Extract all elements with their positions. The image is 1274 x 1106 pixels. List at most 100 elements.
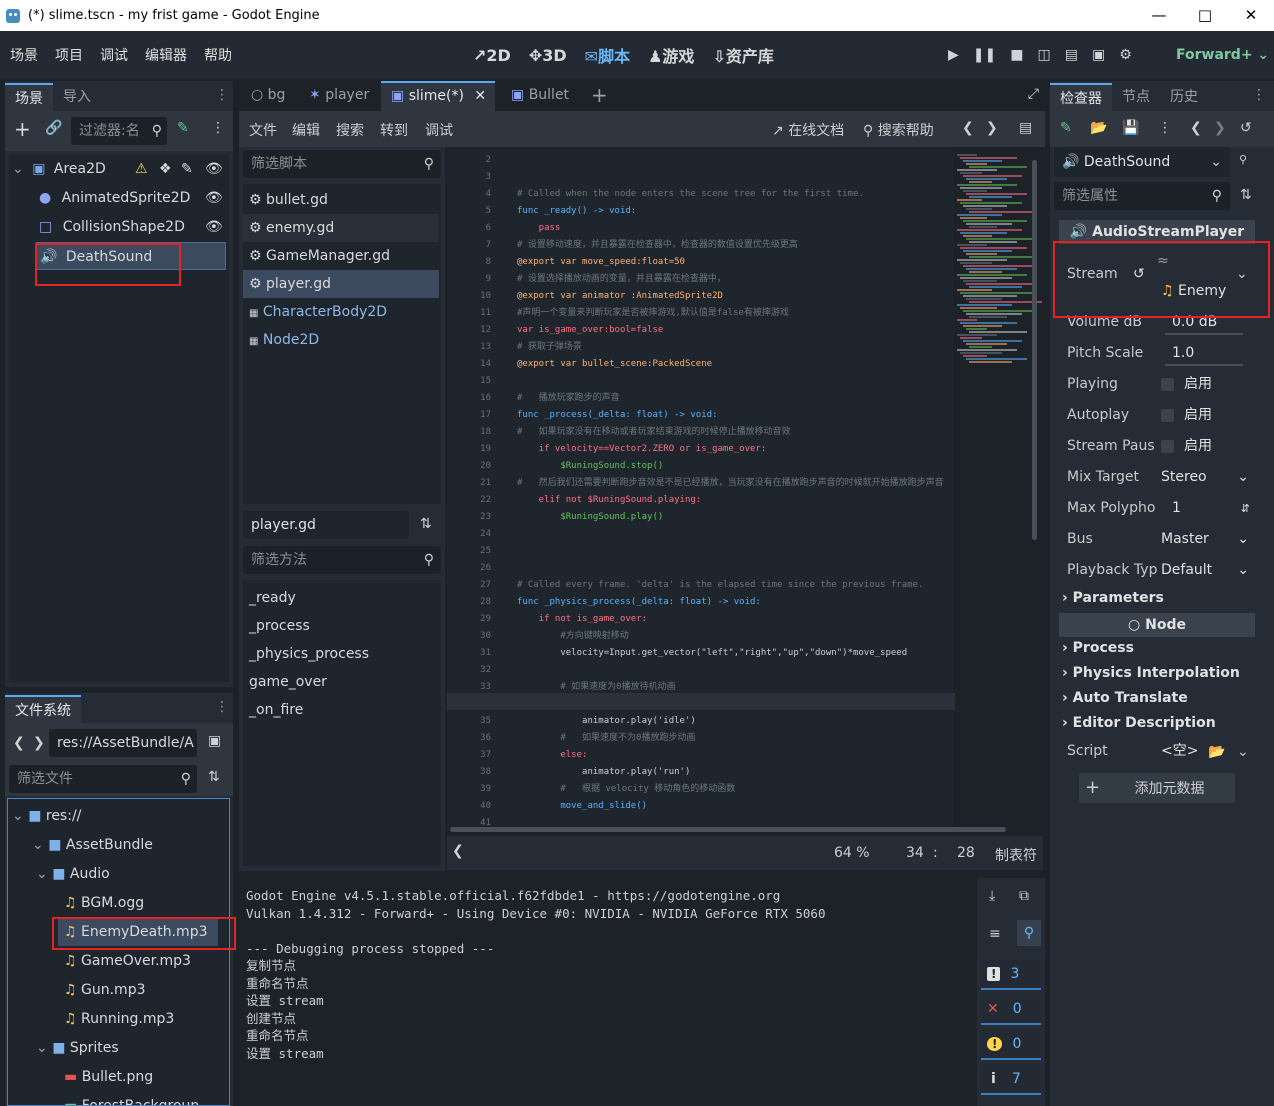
- code-line[interactable]: 38 animator.play('run'): [447, 764, 953, 781]
- script-item[interactable]: ⚙ enemy.gd: [243, 214, 439, 242]
- section-editor-description[interactable]: › Editor Description: [1062, 711, 1216, 736]
- code-line[interactable]: 23 $RuningSound.play(): [447, 509, 953, 526]
- errors-filter-button[interactable]: ! 3: [981, 960, 1041, 990]
- code-line[interactable]: 19 if velocity==Vector2.ZERO or is_game_…: [447, 441, 953, 458]
- tree-node-collisionshape2d[interactable]: □ CollisionShape2D 👁: [9, 213, 229, 241]
- path-input[interactable]: res://AssetBundle/A: [49, 729, 197, 757]
- mode-game-button[interactable]: ♟游戏: [648, 43, 694, 67]
- code-line[interactable]: 17 func _process(_delta: float) -> void:: [447, 407, 953, 424]
- code-line[interactable]: 16 # 播放玩家跑步的声音: [447, 390, 953, 407]
- code-line[interactable]: 6 pass: [447, 220, 953, 237]
- code-line[interactable]: 4 # Called when the node enters the scene…: [447, 186, 953, 203]
- visibility-icon[interactable]: 👁: [205, 213, 223, 241]
- prop-streampaused-checkbox[interactable]: 启用: [1161, 431, 1212, 462]
- script-menu-edit[interactable]: 编辑: [292, 120, 320, 140]
- play-scene-icon[interactable]: ▤: [1065, 47, 1078, 63]
- history-icon[interactable]: ↺: [1240, 120, 1252, 136]
- load-resource-icon[interactable]: 📂: [1090, 120, 1107, 136]
- script-menu-search[interactable]: 搜索: [336, 120, 364, 140]
- file-item[interactable]: ♫ Gun.mp3: [64, 976, 146, 1004]
- close-tab-icon[interactable]: ✕: [474, 88, 486, 104]
- scene-tab-bullet[interactable]: ▣ Bullet: [511, 87, 569, 103]
- code-line[interactable]: 25: [447, 543, 953, 560]
- script-attached-icon[interactable]: ✎: [181, 155, 193, 183]
- file-item[interactable]: ⌄ ■ Sprites: [36, 1034, 119, 1062]
- code-line[interactable]: 29 if not is_game_over:: [447, 611, 953, 628]
- code-line[interactable]: 7 # 设置移动速度，并且暴露在检查器中，检查器的数值设置优先级更高: [447, 237, 953, 254]
- file-item[interactable]: ♫ Running.mp3: [64, 1005, 174, 1033]
- play-custom-scene-icon[interactable]: ▣: [1092, 47, 1105, 63]
- signal-icon[interactable]: ❖: [159, 155, 172, 183]
- slider-track[interactable]: [1165, 333, 1243, 335]
- mode-2d-button[interactable]: ↗2D: [473, 46, 511, 65]
- code-line[interactable]: 39 # 根据 velocity 移动角色的移动函数: [447, 781, 953, 798]
- file-item[interactable]: ♫ GameOver.mp3: [64, 947, 191, 975]
- code-line[interactable]: 8 @export var move_speed:float=50: [447, 254, 953, 271]
- menu-help[interactable]: 帮助: [194, 45, 239, 65]
- method-item[interactable]: _physics_process: [249, 640, 369, 668]
- code-line[interactable]: 32: [447, 662, 953, 679]
- scene-tab-bg[interactable]: ○ bg: [251, 87, 285, 103]
- code-line[interactable]: 40 move_and_slide(): [447, 798, 953, 815]
- play-icon[interactable]: ▶: [948, 47, 959, 63]
- info-count-button[interactable]: i7: [981, 1065, 1041, 1095]
- code-line[interactable]: 35 animator.play('idle'): [447, 713, 953, 730]
- mode-assetlib-button[interactable]: ⇩资产库: [712, 43, 773, 67]
- code-line[interactable]: 10 @export var animator :AnimatedSprite2D: [447, 288, 953, 305]
- scene-options-icon[interactable]: ⋮: [211, 120, 225, 136]
- dock-menu-icon[interactable]: ⋮: [215, 699, 229, 715]
- clear-icon[interactable]: ≡: [989, 926, 1001, 942]
- file-filter-input[interactable]: 筛选文件 ⚲: [9, 765, 197, 793]
- code-line[interactable]: 28 func _physics_process(_delta: float) -…: [447, 594, 953, 611]
- code-line[interactable]: 22 elif not $RuningSound.playing:: [447, 492, 953, 509]
- online-docs-button[interactable]: ↗ 在线文档: [772, 120, 844, 140]
- scene-filter-input[interactable]: 过滤器:名 ⚲: [71, 117, 167, 145]
- maximize-button[interactable]: □: [1182, 0, 1228, 31]
- section-auto-translate[interactable]: › Auto Translate: [1062, 686, 1188, 711]
- stop-icon[interactable]: ■: [1010, 47, 1023, 63]
- script-item[interactable]: ⚙ GameManager.gd: [243, 242, 439, 270]
- method-item[interactable]: _ready: [249, 584, 296, 612]
- code-line[interactable]: 36 # 如果速度不为0播放跑步动画: [447, 730, 953, 747]
- inspector-options-icon[interactable]: ⇅: [1240, 187, 1252, 203]
- file-item[interactable]: ▬ ForestBackgroun: [64, 1092, 199, 1105]
- back-icon[interactable]: ❮: [13, 735, 25, 751]
- next-script-icon[interactable]: ❯: [986, 120, 998, 136]
- pause-icon[interactable]: ❚❚: [973, 47, 996, 63]
- warning-icon[interactable]: ⚠: [135, 155, 148, 183]
- sort-methods-icon[interactable]: ⇅: [420, 516, 432, 532]
- section-process[interactable]: › Process: [1062, 636, 1134, 661]
- search-help-button[interactable]: ⚲ 搜索帮助: [863, 120, 934, 140]
- code-line[interactable]: 5 func _ready() -> void:: [447, 203, 953, 220]
- script-menu-debug[interactable]: 调试: [425, 120, 453, 140]
- distraction-free-icon[interactable]: ⤢: [1028, 86, 1039, 102]
- history-back-icon[interactable]: ❮: [1190, 120, 1202, 136]
- movie-maker-icon[interactable]: ⚙: [1119, 47, 1132, 63]
- dock-menu-icon[interactable]: ⋮: [215, 87, 229, 103]
- scroll-lock-icon[interactable]: ⤓: [989, 888, 995, 904]
- tree-node-animatedsprite2d[interactable]: ● AnimatedSprite2D 👁: [9, 184, 229, 212]
- warnings-count-button[interactable]: ! 0: [981, 1030, 1041, 1060]
- method-item[interactable]: _process: [249, 612, 310, 640]
- code-line[interactable]: 18 # 如果玩家没有在移动或者玩家结束游戏的时候停止播放移动音效: [447, 424, 953, 441]
- sort-icon[interactable]: ⇅: [208, 769, 220, 785]
- filter-search-icon[interactable]: ⚲: [1017, 920, 1041, 946]
- code-line[interactable]: 13 # 获取子弹场景: [447, 339, 953, 356]
- file-item[interactable]: ▬ Bullet.png: [64, 1063, 153, 1091]
- vertical-scrollbar[interactable]: [1032, 160, 1037, 540]
- attach-script-icon[interactable]: ✎: [177, 120, 189, 136]
- tab-history[interactable]: 历史: [1160, 83, 1208, 111]
- file-item[interactable]: ⌄ ■ res://: [12, 802, 81, 830]
- prop-maxpolyphony-spinbox[interactable]: 1 ⇵: [1172, 493, 1254, 524]
- errors-count-button[interactable]: ✕ 0: [981, 995, 1041, 1025]
- code-line[interactable]: 31 velocity=Input.get_vector("left","rig…: [447, 645, 953, 662]
- add-node-icon[interactable]: +: [14, 117, 31, 141]
- history-forward-icon[interactable]: ❯: [1214, 120, 1226, 136]
- script-item[interactable]: ▦ CharacterBody2D: [243, 298, 439, 326]
- indent-mode[interactable]: 制表符: [995, 845, 1037, 865]
- menu-project[interactable]: 项目: [45, 45, 90, 65]
- float-window-icon[interactable]: ▤: [1019, 120, 1032, 136]
- code-line[interactable]: 12 var is_game_over:bool=false: [447, 322, 953, 339]
- tree-node-area2d[interactable]: ⌄ ▣ Area2D ⚠ ❖ ✎ 👁: [9, 155, 229, 183]
- method-item[interactable]: _on_fire: [249, 696, 303, 724]
